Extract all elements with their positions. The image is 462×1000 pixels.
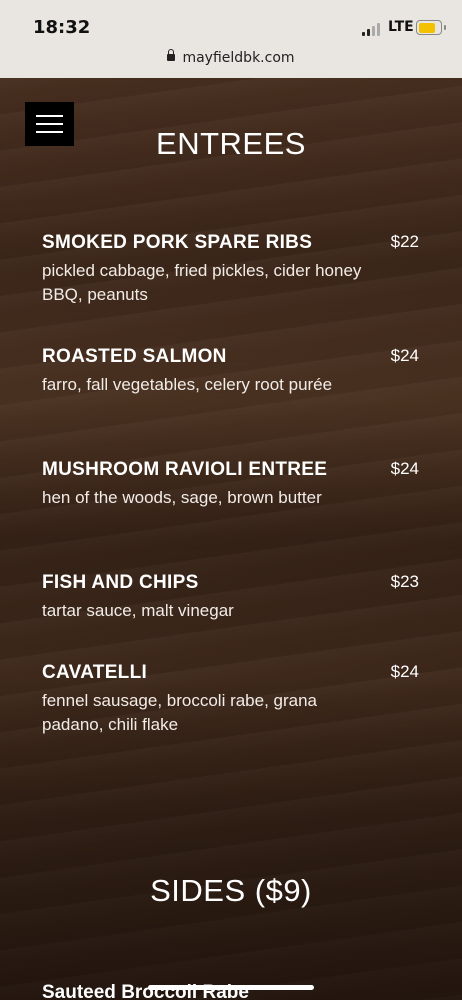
menu-item-price: $22 — [390, 232, 419, 251]
menu-item-description: farro, fall vegetables, celery root puré… — [42, 375, 333, 394]
menu-item-description: hen of the woods, sage, brown butter — [42, 488, 322, 507]
status-bar: 18:32 LTE mayfieldbk.com — [0, 0, 462, 78]
lock-icon — [167, 49, 176, 61]
menu-item-description: fennel sausage, broccoli rabe, grana pad… — [42, 691, 318, 734]
menu-item-price: $24 — [390, 662, 419, 681]
signal-strength-icon — [362, 22, 384, 36]
menu-item-name: MUSHROOM RAVIOLI ENTREE — [42, 459, 328, 480]
menu-item-price: $23 — [390, 572, 419, 591]
menu-item-name: FISH AND CHIPS — [42, 572, 199, 593]
network-type: LTE — [388, 19, 414, 35]
hamburger-menu-icon — [36, 115, 63, 117]
menu-item-name: CAVATELLI — [42, 662, 148, 683]
menu-page: ENTREES SMOKED PORK SPARE RIBS $22 pickl… — [0, 78, 462, 1000]
menu-item-name: SMOKED PORK SPARE RIBS — [42, 232, 313, 253]
menu-item-description: pickled cabbage, fried pickles, cider ho… — [42, 261, 362, 304]
battery-icon — [416, 20, 446, 35]
menu-item-description: tartar sauce, malt vinegar — [42, 601, 234, 620]
menu-item-price: $24 — [390, 459, 419, 478]
menu-item-price: $24 — [390, 346, 419, 365]
entrees-title: ENTREES — [156, 126, 306, 161]
url-text: mayfieldbk.com — [182, 50, 295, 66]
home-indicator[interactable] — [148, 985, 314, 990]
address-bar[interactable]: mayfieldbk.com — [0, 49, 462, 66]
sides-title: SIDES ($9) — [150, 873, 312, 908]
menu-item-name: ROASTED SALMON — [42, 346, 227, 367]
status-time: 18:32 — [33, 17, 91, 38]
